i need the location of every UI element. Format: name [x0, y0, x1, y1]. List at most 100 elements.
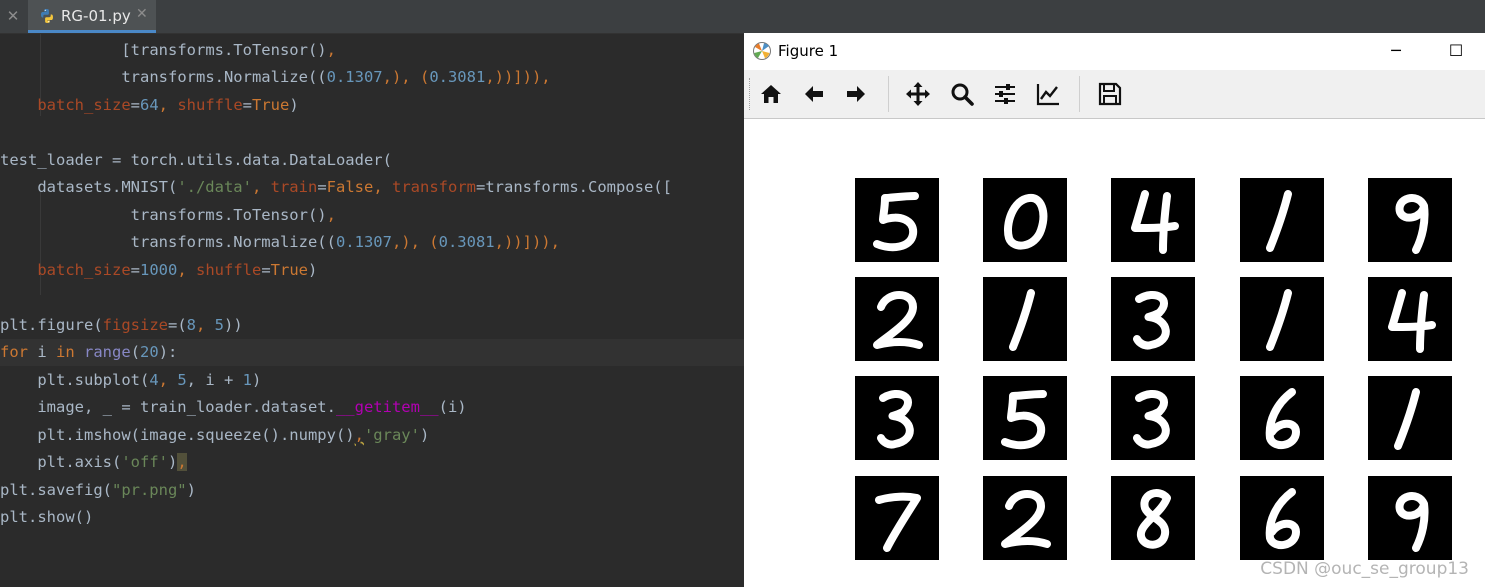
tab-close-icon[interactable]: ✕: [136, 6, 148, 22]
digit-image: [1265, 388, 1300, 450]
tab-rg-01-py[interactable]: RG-01.py ✕: [28, 0, 156, 33]
close-icon[interactable]: ✕: [4, 6, 22, 26]
editor-tab-bar: ✕ RG-01.py ✕: [0, 0, 1485, 34]
digit-subplot: [1111, 376, 1195, 460]
digit-image: [1395, 492, 1429, 552]
code-line: plt.imshow(image.squeeze().numpy(),'gray…: [0, 422, 744, 449]
code-token: =: [317, 178, 327, 196]
digit-image: [1133, 390, 1170, 449]
digit-image: [1137, 489, 1171, 549]
code-token: plt.imshow(image.squeeze().numpy(): [37, 426, 355, 444]
code-editor[interactable]: [transforms.ToTensor(), transforms.Norma…: [0, 34, 744, 587]
home-icon[interactable]: [757, 80, 785, 108]
code-line-current: for i in range(20):: [0, 339, 744, 366]
code-line: plt.savefig("pr.png"): [0, 477, 744, 504]
digit-subplot: [1240, 178, 1324, 262]
digit-subplot: [983, 376, 1067, 460]
code-token: ,), (: [391, 233, 439, 251]
code-token: ): [419, 426, 430, 444]
digit-stroke: [1395, 492, 1429, 552]
digit-stroke: [1265, 388, 1300, 450]
digit-stroke: [873, 291, 923, 349]
pan-icon[interactable]: [904, 80, 932, 108]
code-token: False: [326, 178, 374, 196]
digit-stroke: [1265, 488, 1300, 550]
code-token: 1: [242, 371, 253, 389]
digit-subplot: [1240, 476, 1324, 560]
code-token: ,: [177, 261, 196, 279]
digit-image: [1131, 190, 1179, 254]
digit-stroke: [1133, 291, 1170, 350]
code-token: "pr.png": [111, 481, 187, 499]
digit-subplot: [855, 178, 939, 262]
code-token: 20: [140, 343, 159, 361]
code-token: i: [28, 343, 56, 361]
edit-axes-icon[interactable]: [1034, 80, 1062, 108]
digit-image: [1133, 291, 1170, 350]
code-token: (i): [438, 398, 467, 416]
code-token: transforms.Normalize((: [130, 233, 336, 251]
digit-subplot: [1368, 376, 1452, 460]
digit-subplot: [1368, 476, 1452, 560]
toolbar-separator: [888, 76, 889, 112]
digit-stroke: [1131, 190, 1179, 254]
code-token: ,: [326, 206, 336, 224]
digit-image: [1001, 390, 1047, 450]
save-icon[interactable]: [1096, 80, 1124, 108]
code-token: 0.1307: [326, 68, 383, 86]
code-token: 64: [140, 96, 159, 114]
configure-subplots-icon[interactable]: [991, 80, 1019, 108]
code-token: 1000: [140, 261, 178, 279]
code-token: ): [289, 96, 299, 114]
back-icon[interactable]: [800, 80, 828, 108]
code-token: ,))])),: [485, 68, 551, 86]
code-token: plt.figure(: [0, 316, 103, 334]
toolbar-separator: [1079, 76, 1080, 112]
code-token: ,: [251, 178, 271, 196]
digit-stroke: [1394, 388, 1420, 450]
code-token: in: [56, 343, 75, 361]
digit-subplot: [1240, 277, 1324, 361]
digit-image: [1266, 190, 1292, 252]
digit-image: [877, 390, 914, 449]
code-token: =: [242, 96, 253, 114]
figure-canvas[interactable]: [744, 119, 1485, 587]
code-token: 0.3081: [429, 68, 486, 86]
code-token: batch_size: [37, 261, 131, 279]
digit-image: [1395, 194, 1429, 254]
digit-subplot: [1111, 277, 1195, 361]
figure-title-bar[interactable]: Figure 1 ─ ☐: [744, 33, 1485, 70]
code-token: datasets.MNIST(: [37, 178, 178, 196]
digit-stroke: [1266, 289, 1292, 351]
code-token: (: [130, 343, 141, 361]
digit-image: [1009, 289, 1035, 351]
code-line: batch_size=1000, shuffle=True): [0, 257, 744, 284]
digit-image: [1388, 289, 1436, 353]
digit-stroke: [1133, 390, 1170, 449]
digit-image: [1004, 193, 1048, 250]
code-token: ): [252, 371, 262, 389]
digit-image: [1265, 488, 1300, 550]
digit-subplot: [855, 476, 939, 560]
code-token: ,: [158, 96, 178, 114]
maximize-button[interactable]: ☐: [1434, 37, 1478, 65]
digit-subplot: [983, 476, 1067, 560]
code-token: 0.3081: [438, 233, 495, 251]
code-token: =: [130, 96, 140, 114]
forward-icon[interactable]: [842, 80, 870, 108]
digit-subplot: [1368, 178, 1452, 262]
zoom-icon[interactable]: [948, 80, 976, 108]
digit-image: [875, 492, 921, 552]
code-token: transforms.ToTensor(): [130, 206, 327, 224]
figure-window: Figure 1 ─ ☐: [744, 33, 1485, 587]
digit-subplot: [1111, 178, 1195, 262]
digit-stroke: [1001, 390, 1047, 450]
code-line: test_loader = torch.utils.data.DataLoade…: [0, 147, 744, 174]
watermark: CSDN @ouc_se_group13: [1260, 559, 1469, 579]
code-token: shuffle: [177, 96, 243, 114]
minimize-button[interactable]: ─: [1374, 37, 1418, 65]
code-token: shuffle: [196, 261, 262, 279]
code-token: './data': [177, 178, 252, 196]
code-token: ,: [373, 178, 392, 196]
